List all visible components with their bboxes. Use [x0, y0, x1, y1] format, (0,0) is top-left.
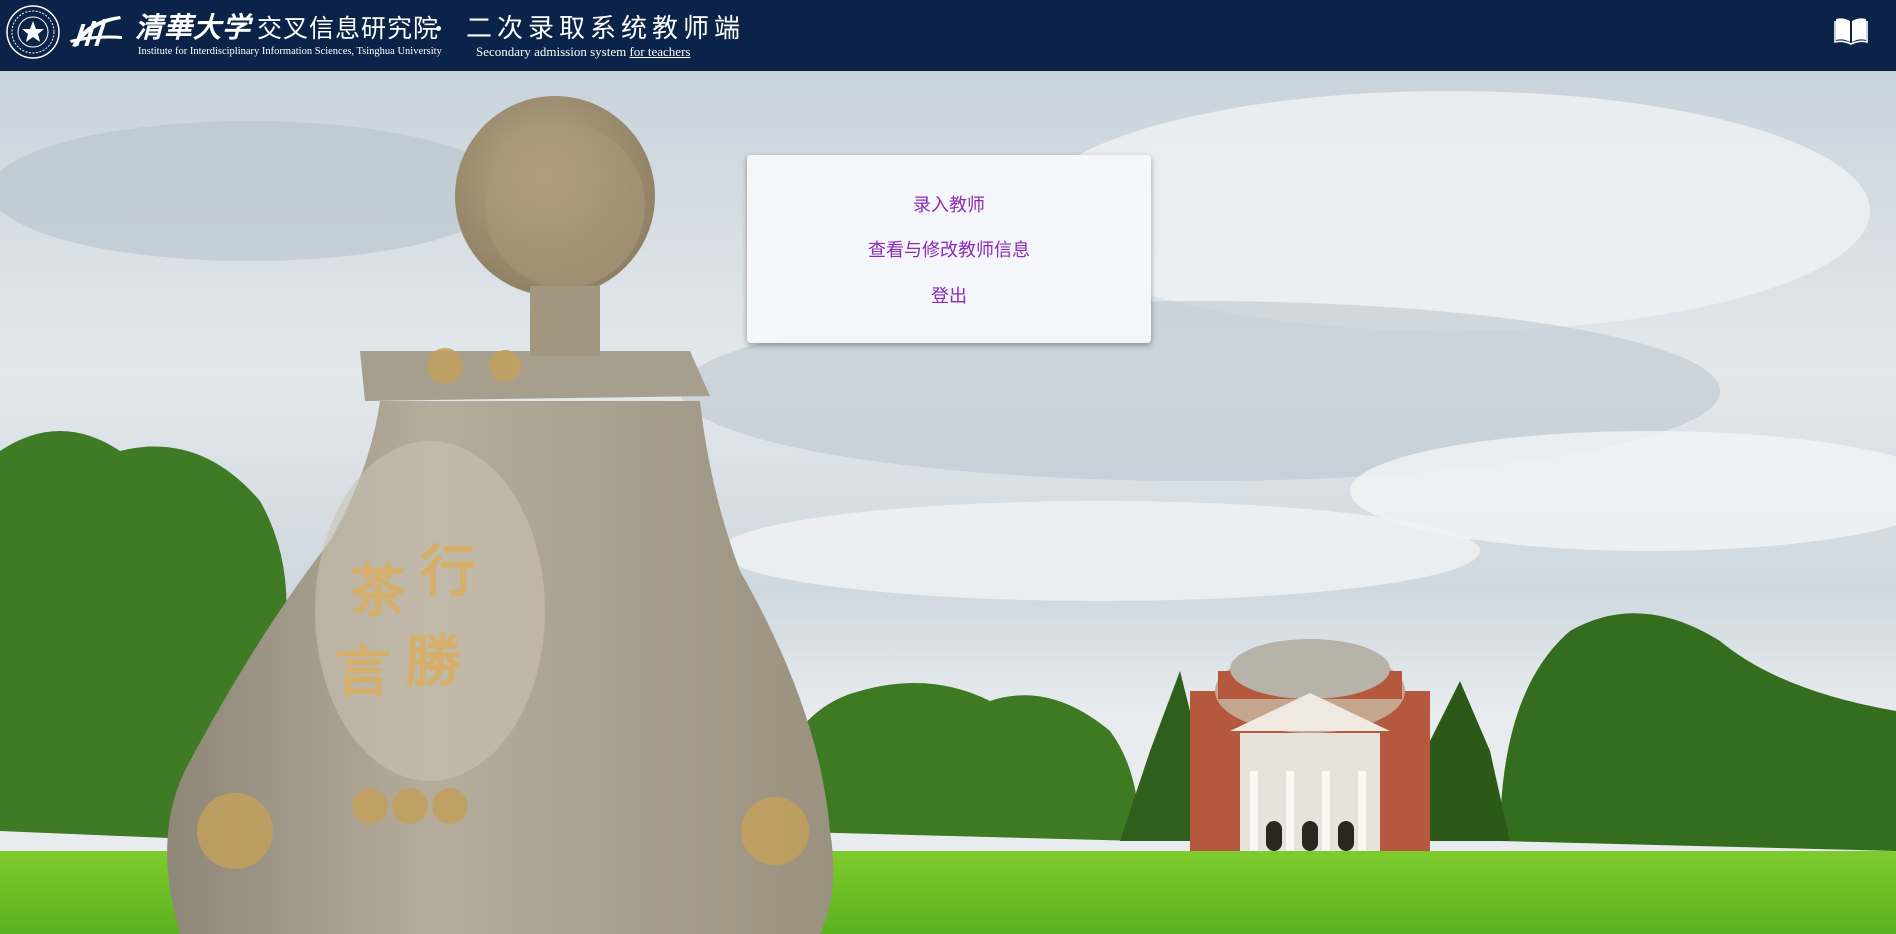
institute-name-en: Institute for Interdisciplinary Informat… — [138, 46, 442, 57]
teacher-menu-card: 录入教师 查看与修改教师信息 登出 — [747, 155, 1151, 343]
svg-text:勝: 勝 — [405, 629, 462, 695]
institute-title-cn: 清華大学 交叉信息研究院 — [135, 6, 439, 46]
view-edit-teacher-info-link[interactable]: 查看与修改教师信息 — [747, 236, 1151, 262]
svg-text:茶: 茶 — [350, 559, 406, 625]
open-book-icon[interactable] — [1834, 15, 1868, 45]
svg-text:行: 行 — [420, 539, 476, 605]
svg-text:言: 言 — [335, 639, 391, 705]
title-separator-dot — [436, 26, 441, 31]
university-name-cn: 清華大学 — [135, 11, 252, 44]
system-title-cn: 二次录取系统教师端 — [466, 14, 746, 44]
tsinghua-seal-icon — [6, 5, 60, 59]
system-title-en-prefix: Secondary admission system — [476, 44, 630, 59]
add-teacher-link[interactable]: 录入教师 — [747, 191, 1151, 217]
iiis-logo-icon — [70, 16, 122, 47]
institute-name-cn: 交叉信息研究院 — [257, 14, 440, 43]
logout-link[interactable]: 登出 — [747, 282, 1151, 308]
top-header: 清華大学 交叉信息研究院 Institute for Interdisciplin… — [0, 0, 1896, 71]
system-title-en: Secondary admission system for teachers — [476, 44, 690, 60]
system-title-en-emphasis: for teachers — [629, 44, 691, 59]
